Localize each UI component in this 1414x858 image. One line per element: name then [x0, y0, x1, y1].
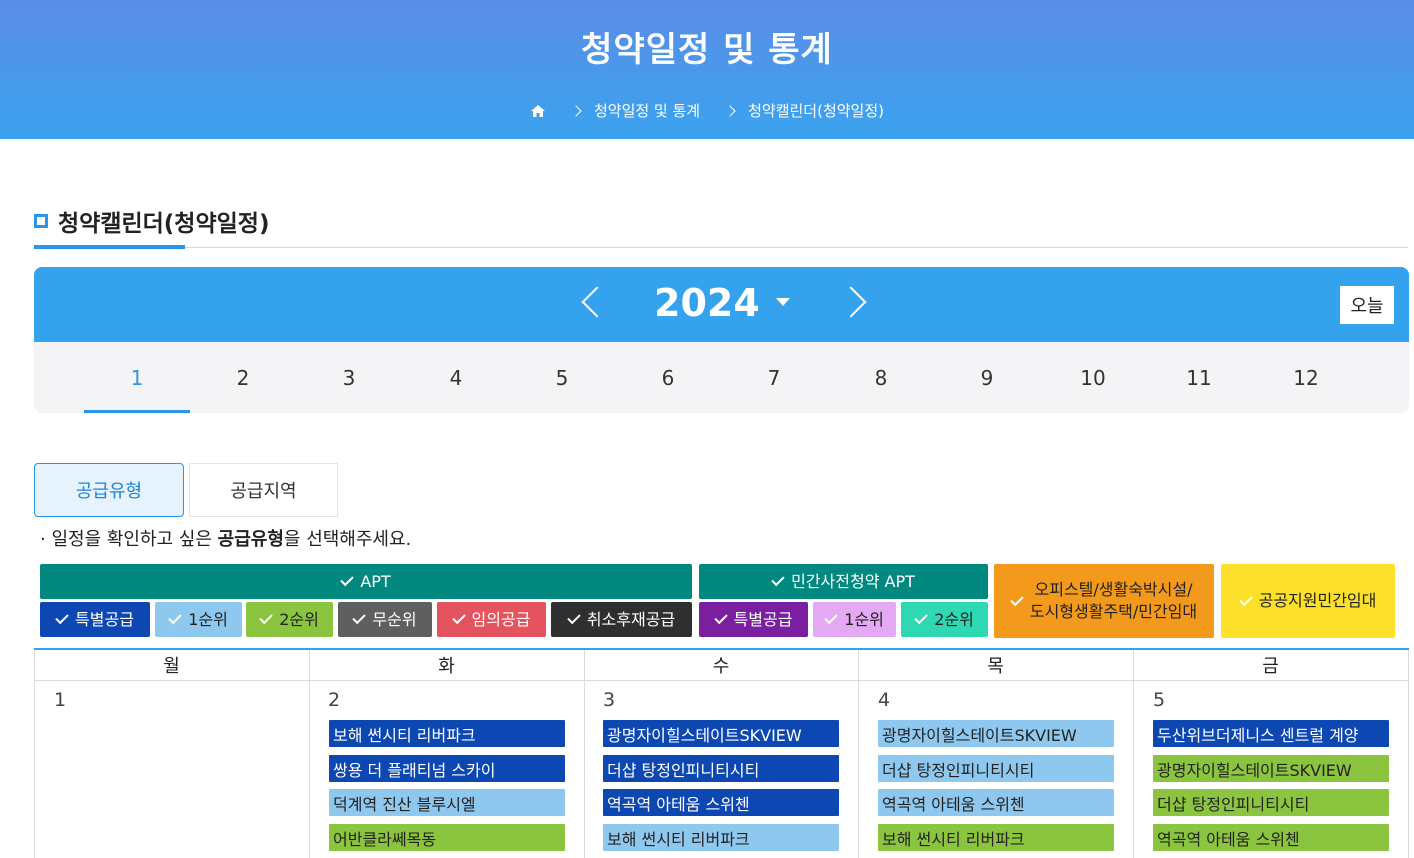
section-divider — [34, 247, 1408, 248]
chevron-left-icon[interactable] — [581, 286, 613, 318]
check-icon — [451, 610, 466, 625]
month-tab-9[interactable]: 9 — [934, 342, 1040, 413]
calendar-event[interactable]: 쌍용 더 플래티넘 스카이 — [329, 755, 565, 782]
month-tab-1[interactable]: 1 — [84, 342, 190, 413]
check-icon — [824, 610, 838, 625]
month-tab-7[interactable]: 7 — [721, 342, 827, 413]
filter-private-special[interactable]: 특별공급 — [699, 602, 808, 637]
year-select[interactable]: 2024 — [654, 281, 760, 325]
calendar-event[interactable]: 역곡역 아테움 스위첸 — [878, 789, 1114, 816]
day-number: 4 — [878, 689, 891, 711]
check-icon — [55, 610, 69, 625]
section-heading: 청약캘린더(청약일정) — [34, 204, 269, 238]
weekday-wed: 수 — [584, 650, 858, 681]
filter-private-rank1[interactable]: 1순위 — [813, 602, 896, 637]
check-icon — [352, 610, 367, 625]
filter-apt-rank1[interactable]: 1순위 — [155, 602, 242, 637]
filter-private-rank2[interactable]: 2순위 — [901, 602, 988, 637]
breadcrumb-item-calendar[interactable]: 청약캘린더(청약일정) — [748, 100, 884, 121]
home-icon[interactable] — [530, 103, 546, 119]
calendar-event[interactable]: 역곡역 아테움 스위첸 — [1153, 824, 1389, 851]
check-icon — [168, 610, 182, 625]
chevron-right-icon — [570, 104, 582, 117]
year-navigation: 2024 오늘 — [34, 267, 1409, 342]
check-icon — [1010, 592, 1024, 606]
page-title: 청약일정 및 통계 — [581, 30, 833, 70]
filter-officetel[interactable]: 오피스텔/생활숙박시설/ 도시형생활주택/민간임대 — [994, 564, 1214, 638]
tab-supply-type[interactable]: 공급유형 — [34, 463, 184, 517]
filter-apt-special[interactable]: 특별공급 — [40, 602, 150, 637]
caret-down-icon[interactable] — [776, 298, 790, 306]
filter-apt-rank2[interactable]: 2순위 — [246, 602, 333, 637]
check-icon — [567, 610, 581, 625]
calendar-event[interactable]: 보해 썬시티 리버파크 — [603, 824, 839, 851]
month-tab-3[interactable]: 3 — [296, 342, 402, 413]
check-icon — [914, 610, 928, 625]
month-tab-11[interactable]: 11 — [1146, 342, 1252, 413]
section-title: 청약캘린더(청약일정) — [58, 211, 270, 237]
month-tab-2[interactable]: 2 — [190, 342, 296, 413]
calendar-event[interactable]: 어반클라쎄목동 — [329, 824, 565, 851]
calendar-event[interactable]: 두산위브더제니스 센트럴 계양 — [1153, 720, 1389, 747]
filter-public-rental[interactable]: 공공지원민간임대 — [1221, 564, 1395, 638]
calendar-event[interactable]: 덕계역 진산 블루시엘 — [329, 789, 565, 816]
today-button[interactable]: 오늘 — [1340, 286, 1394, 324]
calendar-event[interactable]: 광명자이힐스테이트SKVIEW — [1153, 755, 1389, 782]
filter-private-pre-sale-group[interactable]: 민간사전청약 APT — [699, 564, 988, 599]
month-tab-12[interactable]: 12 — [1253, 342, 1359, 413]
calendar-event[interactable]: 광명자이힐스테이트SKVIEW — [603, 720, 839, 747]
day-number: 3 — [603, 689, 616, 711]
month-tab-4[interactable]: 4 — [403, 342, 509, 413]
day-number: 2 — [328, 689, 341, 711]
calendar-event[interactable]: 역곡역 아테움 스위첸 — [603, 789, 839, 816]
month-tab-8[interactable]: 8 — [828, 342, 934, 413]
tab-supply-region[interactable]: 공급지역 — [189, 463, 338, 517]
weekday-thu: 목 — [858, 650, 1133, 681]
filter-apt-no-rank[interactable]: 무순위 — [338, 602, 432, 637]
breadcrumb: 청약일정 및 통계 청약캘린더(청약일정) — [0, 100, 1414, 121]
instruction-text: · 일정을 확인하고 싶은 공급유형을 선택해주세요. — [40, 529, 412, 550]
breadcrumb-item-stats[interactable]: 청약일정 및 통계 — [594, 100, 700, 121]
month-tab-5[interactable]: 5 — [509, 342, 615, 413]
calendar-event[interactable]: 보해 썬시티 리버파크 — [878, 824, 1114, 851]
filter-apt-group[interactable]: APT — [40, 564, 692, 599]
calendar-event[interactable]: 더샵 탕정인피니티시티 — [878, 755, 1114, 782]
filter-apt-optional[interactable]: 임의공급 — [437, 602, 546, 637]
calendar-event[interactable]: 더샵 탕정인피니티시티 — [1153, 789, 1389, 816]
day-number: 5 — [1153, 689, 1166, 711]
check-icon — [340, 572, 355, 587]
square-bullet-icon — [34, 214, 48, 228]
weekday-mon: 월 — [34, 650, 309, 681]
check-icon — [1238, 592, 1253, 606]
chevron-right-icon — [724, 104, 736, 117]
filter-apt-resupply[interactable]: 취소후재공급 — [551, 602, 692, 637]
calendar-grid: 월 화 수 목 금 1 2 3 4 5 보해 썬시티 리버파크 쌍용 더 플래티… — [34, 648, 1409, 858]
month-tabs: 1 2 3 4 5 6 7 8 9 10 11 12 — [34, 342, 1409, 413]
day-number: 1 — [54, 689, 67, 711]
check-icon — [771, 572, 785, 587]
weekday-tue: 화 — [309, 650, 584, 681]
calendar-event[interactable]: 더샵 탕정인피니티시티 — [603, 755, 839, 782]
check-icon — [259, 610, 273, 625]
page-header-banner: 청약일정 및 통계 청약일정 및 통계 청약캘린더(청약일정) — [0, 0, 1414, 139]
month-tab-6[interactable]: 6 — [615, 342, 721, 413]
calendar-event[interactable]: 보해 썬시티 리버파크 — [329, 720, 565, 747]
month-tab-10[interactable]: 10 — [1040, 342, 1146, 413]
check-icon — [713, 610, 728, 625]
weekday-fri: 금 — [1133, 650, 1408, 681]
chevron-right-icon[interactable] — [835, 286, 867, 318]
calendar-event[interactable]: 광명자이힐스테이트SKVIEW — [878, 720, 1114, 747]
section-divider-accent — [34, 245, 185, 249]
